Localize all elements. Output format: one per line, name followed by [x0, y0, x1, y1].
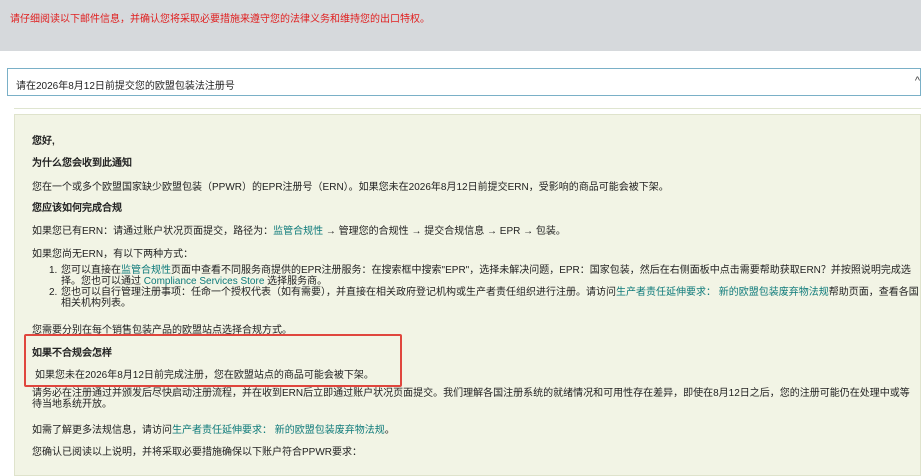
option-2: 2. 您也可以自行管理注册事项：任命一个授权代表（如有需要），并直接在相关政府登… — [49, 287, 919, 311]
subject-bar[interactable]: 请在2026年8月12日前提交您的欧盟包装法注册号 ^ — [7, 68, 921, 96]
confirm-statement: 您确认已阅读以上说明，并将采取必要措施确保以下账户符合PPWR要求： — [32, 447, 362, 458]
why-body: 您在一个或多个欧盟国家缺少欧盟包装（PPWR）的EPR注册号（ERN）。如果您未… — [32, 182, 669, 193]
has-ern-suffix: → 管理您的合规性 → 提交合规信息 → EPR → 包装。 — [323, 226, 566, 237]
more-info-epr-link[interactable]: 生产者责任延伸要求： 新的欧盟包装废弃物法规 — [172, 425, 385, 436]
collapse-caret-icon[interactable]: ^ — [915, 75, 920, 87]
option-2-text: 您也可以自行管理注册事项：任命一个授权代表（如有需要），并直接在相关政府登记机构… — [61, 287, 919, 309]
option-2-number: 2. — [49, 287, 58, 298]
regulatory-compliance-link[interactable]: 监管合规性 — [273, 226, 323, 237]
option-1-text: 您可以直接在监管合规性页面中查看不同服务商提供的EPR注册服务：在搜索框中搜索"… — [61, 265, 919, 287]
more-info-prefix: 如需了解更多法规信息，请访问 — [32, 425, 172, 436]
option-1-number: 1. — [49, 265, 58, 276]
option-2-epr-link[interactable]: 生产者责任延伸要求： 新的欧盟包装废弃物法规 — [616, 287, 829, 298]
compliance-warning-text: 请仔细阅读以下邮件信息，并确认您将采取必要措施来遵守您的法律义务和维持您的出口特… — [10, 14, 430, 25]
no-ern-intro: 如果您尚无ERN，有以下两种方式： — [32, 249, 194, 260]
noncompliance-highlight-box — [24, 334, 402, 387]
option-1-compliance-link[interactable]: 监管合规性 — [121, 265, 171, 276]
option-1-suffix: 选择服务商。 — [264, 276, 328, 287]
more-info-suffix: 。 — [384, 425, 395, 436]
why-heading: 为什么您会收到此通知 — [32, 158, 132, 169]
has-ern-line: 如果您已有ERN：请通过账户状况页面提交，路径为：监管合规性 → 管理您的合规性… — [32, 222, 566, 237]
compliance-services-store-link[interactable]: Compliance Services Store — [144, 276, 265, 287]
divider — [14, 108, 921, 109]
top-banner: 请仔细阅读以下邮件信息，并确认您将采取必要措施来遵守您的法律义务和维持您的出口特… — [0, 0, 921, 51]
message-body: 您好, 为什么您会收到此通知 您在一个或多个欧盟国家缺少欧盟包装（PPWR）的E… — [14, 114, 921, 476]
option-1-prefix: 您可以直接在 — [61, 265, 121, 276]
how-heading: 您应该如何完成合规 — [32, 203, 122, 214]
option-2-prefix: 您也可以自行管理注册事项：任命一个授权代表（如有需要），并直接在相关政府登记机构… — [61, 287, 616, 298]
option-1: 1. 您可以直接在监管合规性页面中查看不同服务商提供的EPR注册服务：在搜索框中… — [49, 265, 919, 289]
greeting: 您好, — [32, 136, 55, 147]
more-info-line: 如需了解更多法规信息，请访问生产者责任延伸要求： 新的欧盟包装废弃物法规。 — [32, 421, 395, 436]
email-subject: 请在2026年8月12日前提交您的欧盟包装法注册号 — [16, 81, 235, 92]
has-ern-prefix: 如果您已有ERN：请通过账户状况页面提交，路径为： — [32, 226, 274, 237]
delay-note: 请务必在注册通过并颁发后尽快启动注册流程，并在收到ERN后立即通过账户状况页面提… — [32, 388, 910, 410]
